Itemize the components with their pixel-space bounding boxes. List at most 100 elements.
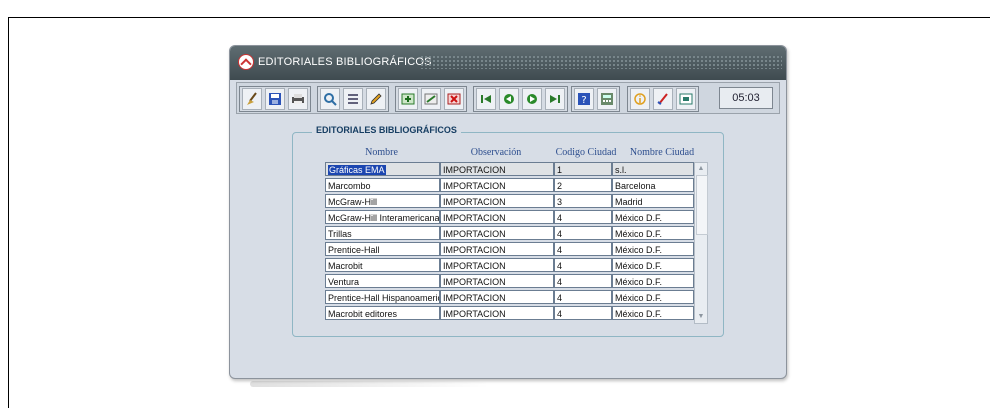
- nombre-ciudad-field[interactable]: s.l.: [612, 162, 694, 176]
- observacion-field[interactable]: IMPORTACION: [440, 178, 554, 192]
- codigo-ciudad-field-text: 1: [557, 165, 563, 175]
- clock-display: 05:03: [719, 87, 773, 109]
- svg-text:?: ?: [581, 95, 586, 106]
- previous-record-icon[interactable]: [499, 88, 519, 110]
- nombre-ciudad-field-text: s.l.: [615, 165, 627, 175]
- nombre-ciudad-field-text: Barcelona: [615, 181, 656, 191]
- last-record-icon[interactable]: [545, 88, 565, 110]
- nombre-field[interactable]: Macrobit: [325, 258, 440, 272]
- info-icon[interactable]: [630, 88, 650, 110]
- codigo-ciudad-field-text: 4: [557, 309, 563, 319]
- observacion-field[interactable]: IMPORTACION: [440, 242, 554, 256]
- nombre-ciudad-field[interactable]: México D.F.: [612, 242, 694, 256]
- observacion-field-text: IMPORTACION: [443, 309, 506, 319]
- nombre-field[interactable]: Gráficas EMA: [325, 162, 440, 176]
- table-row[interactable]: Prentice-Hall IMPORTACION 4 México D.F.: [325, 242, 694, 257]
- table-row[interactable]: Macrobit IMPORTACION 4 México D.F.: [325, 258, 694, 273]
- table-row[interactable]: Prentice-Hall Hispanoamericana IMPORTACIO…: [325, 290, 694, 305]
- table-row[interactable]: Gráficas EMA IMPORTACION 1 s.l.: [325, 162, 694, 177]
- nombre-field[interactable]: Ventura: [325, 274, 440, 288]
- observacion-field-text: IMPORTACION: [443, 293, 506, 303]
- codigo-ciudad-field[interactable]: 4: [554, 306, 612, 320]
- codigo-ciudad-field[interactable]: 2: [554, 178, 612, 192]
- nombre-ciudad-field[interactable]: Barcelona: [612, 178, 694, 192]
- window-menu-icon[interactable]: [238, 54, 254, 70]
- broom-icon[interactable]: [242, 88, 262, 110]
- check-icon[interactable]: [653, 88, 673, 110]
- codigo-ciudad-field[interactable]: 4: [554, 226, 612, 240]
- codigo-ciudad-field-text: 4: [557, 245, 563, 255]
- table-row[interactable]: Ventura IMPORTACION 4 México D.F.: [325, 274, 694, 289]
- column-header-codigo-ciudad: Codigo Ciudad: [555, 147, 617, 158]
- column-header-observacion: Observación: [470, 147, 522, 158]
- help-icon[interactable]: ?: [574, 88, 594, 110]
- nombre-field[interactable]: McGraw-Hill: [325, 194, 440, 208]
- nombre-field-text: Prentice-Hall: [328, 245, 380, 255]
- observacion-field-text: IMPORTACION: [443, 181, 506, 191]
- observacion-field[interactable]: IMPORTACION: [440, 306, 554, 320]
- observacion-field-text: IMPORTACION: [443, 197, 506, 207]
- observacion-field[interactable]: IMPORTACION: [440, 210, 554, 224]
- table-row[interactable]: Trillas IMPORTACION 4 México D.F.: [325, 226, 694, 241]
- nombre-field-text: McGraw-Hill Interamericana: [328, 213, 440, 223]
- codigo-ciudad-field[interactable]: 4: [554, 274, 612, 288]
- first-record-icon[interactable]: [476, 88, 496, 110]
- window-titlebar[interactable]: EDITORIALES BIBLIOGRÁFICOS: [230, 46, 786, 80]
- nombre-ciudad-field[interactable]: México D.F.: [612, 226, 694, 240]
- codigo-ciudad-field[interactable]: 1: [554, 162, 612, 176]
- duplicate-record-icon[interactable]: [421, 88, 441, 110]
- scroll-up-icon[interactable]: ▲: [696, 164, 706, 174]
- next-record-icon[interactable]: [522, 88, 542, 110]
- list-icon[interactable]: [343, 88, 363, 110]
- nombre-ciudad-field-text: México D.F.: [615, 245, 663, 255]
- nombre-ciudad-field[interactable]: México D.F.: [612, 274, 694, 288]
- edit-icon[interactable]: [366, 88, 386, 110]
- toolbar-group-record: [395, 86, 467, 112]
- column-header-nombre-ciudad: Nombre Ciudad: [629, 147, 695, 158]
- observacion-field[interactable]: IMPORTACION: [440, 226, 554, 240]
- observacion-field[interactable]: IMPORTACION: [440, 274, 554, 288]
- codigo-ciudad-field[interactable]: 4: [554, 210, 612, 224]
- codigo-ciudad-field[interactable]: 4: [554, 242, 612, 256]
- observacion-field[interactable]: IMPORTACION: [440, 194, 554, 208]
- nombre-field-text: Ventura: [328, 277, 360, 287]
- nombre-ciudad-field-text: México D.F.: [615, 261, 663, 271]
- codigo-ciudad-field[interactable]: 4: [554, 290, 612, 304]
- scroll-thumb[interactable]: [696, 175, 708, 235]
- records-scrollbar[interactable]: ▲ ▼: [694, 162, 708, 324]
- codigo-ciudad-field[interactable]: 3: [554, 194, 612, 208]
- table-row[interactable]: Macrobit editores IMPORTACION 4 México D.F.: [325, 306, 694, 321]
- observacion-field[interactable]: IMPORTACION: [440, 162, 554, 176]
- nombre-field[interactable]: Marcombo: [325, 178, 440, 192]
- nombre-ciudad-field-text: México D.F.: [615, 293, 663, 303]
- delete-record-icon[interactable]: [444, 88, 464, 110]
- search-icon[interactable]: [320, 88, 340, 110]
- save-icon[interactable]: [265, 88, 285, 110]
- nombre-field[interactable]: Prentice-Hall Hispanoamericana: [325, 290, 440, 304]
- codigo-ciudad-field[interactable]: 4: [554, 258, 612, 272]
- observacion-field[interactable]: IMPORTACION: [440, 258, 554, 272]
- nombre-field[interactable]: Prentice-Hall: [325, 242, 440, 256]
- observacion-field-text: IMPORTACION: [443, 165, 506, 175]
- nombre-ciudad-field[interactable]: México D.F.: [612, 306, 694, 320]
- nombre-ciudad-field[interactable]: México D.F.: [612, 258, 694, 272]
- scroll-down-icon[interactable]: ▼: [696, 312, 706, 322]
- table-row[interactable]: Marcombo IMPORTACION 2 Barcelona: [325, 178, 694, 193]
- nombre-ciudad-field[interactable]: Madrid: [612, 194, 694, 208]
- nombre-ciudad-field[interactable]: México D.F.: [612, 290, 694, 304]
- insert-record-icon[interactable]: [398, 88, 418, 110]
- table-row[interactable]: McGraw-Hill Interamericana IMPORTACION 4 Mé…: [325, 210, 694, 225]
- titlebar-pattern: [420, 55, 782, 69]
- nombre-ciudad-field-text: México D.F.: [615, 213, 663, 223]
- nombre-field[interactable]: Trillas: [325, 226, 440, 240]
- nombre-ciudad-field[interactable]: México D.F.: [612, 210, 694, 224]
- print-icon[interactable]: [288, 88, 308, 110]
- nombre-field[interactable]: McGraw-Hill Interamericana: [325, 210, 440, 224]
- nombre-field[interactable]: Macrobit editores: [325, 306, 440, 320]
- calculator-icon[interactable]: [597, 88, 617, 110]
- toolbar: ? 05:03: [236, 82, 780, 114]
- observacion-field[interactable]: IMPORTACION: [440, 290, 554, 304]
- exit-icon[interactable]: [676, 88, 696, 110]
- observacion-field-text: IMPORTACION: [443, 213, 506, 223]
- table-row[interactable]: McGraw-Hill IMPORTACION 3 Madrid: [325, 194, 694, 209]
